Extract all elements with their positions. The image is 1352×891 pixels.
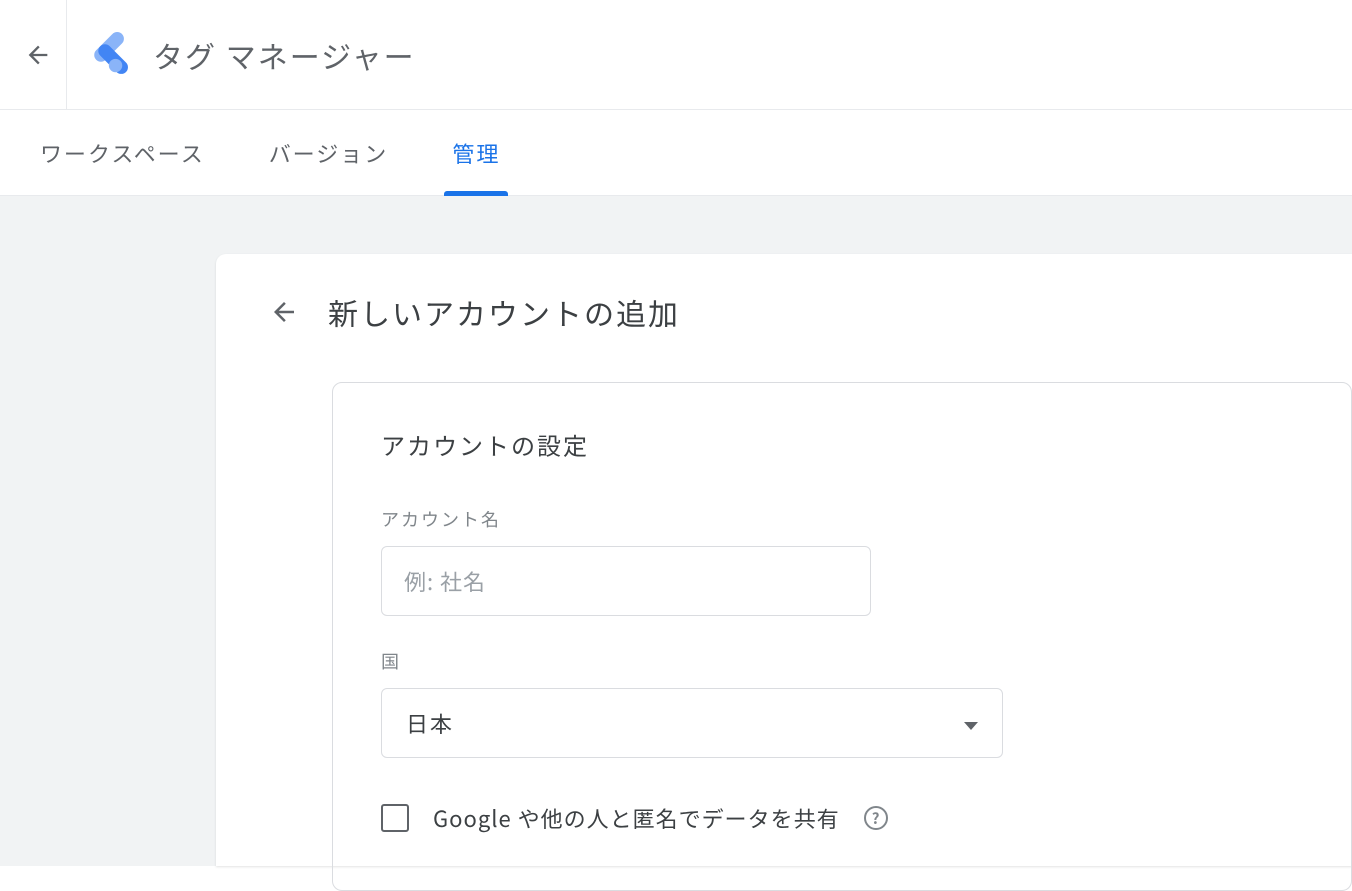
country-select[interactable]: 日本 — [381, 688, 1003, 758]
add-account-card: 新しいアカウントの追加 アカウントの設定 アカウント名 国 日本 Google … — [216, 254, 1352, 866]
account-name-label: アカウント名 — [381, 506, 1303, 532]
help-icon[interactable]: ? — [864, 806, 888, 830]
back-button[interactable] — [20, 37, 56, 73]
card-title: 新しいアカウントの追加 — [328, 290, 680, 334]
header-divider — [66, 0, 67, 110]
account-name-input[interactable] — [381, 546, 871, 616]
tab-admin[interactable]: 管理 — [452, 110, 500, 196]
card-back-button[interactable] — [264, 292, 304, 332]
arrow-left-icon — [24, 41, 52, 69]
country-value: 日本 — [406, 707, 454, 739]
app-title: タグ マネージャー — [153, 33, 416, 77]
arrow-left-icon — [269, 297, 299, 327]
share-data-checkbox[interactable] — [381, 804, 409, 832]
tag-manager-logo-icon — [82, 32, 128, 78]
section-title: アカウントの設定 — [381, 427, 1303, 462]
tab-version[interactable]: バージョン — [269, 110, 389, 196]
dropdown-caret-icon — [964, 711, 978, 735]
content-area: 新しいアカウントの追加 アカウントの設定 アカウント名 国 日本 Google … — [0, 196, 1352, 866]
share-data-label: Google や他の人と匿名でデータを共有 — [433, 802, 840, 834]
account-settings-box: アカウントの設定 アカウント名 国 日本 Google や他の人と匿名でデータを… — [332, 382, 1352, 891]
tab-workspace[interactable]: ワークスペース — [40, 110, 205, 196]
tag-manager-logo — [81, 31, 129, 79]
country-label: 国 — [381, 648, 1303, 674]
